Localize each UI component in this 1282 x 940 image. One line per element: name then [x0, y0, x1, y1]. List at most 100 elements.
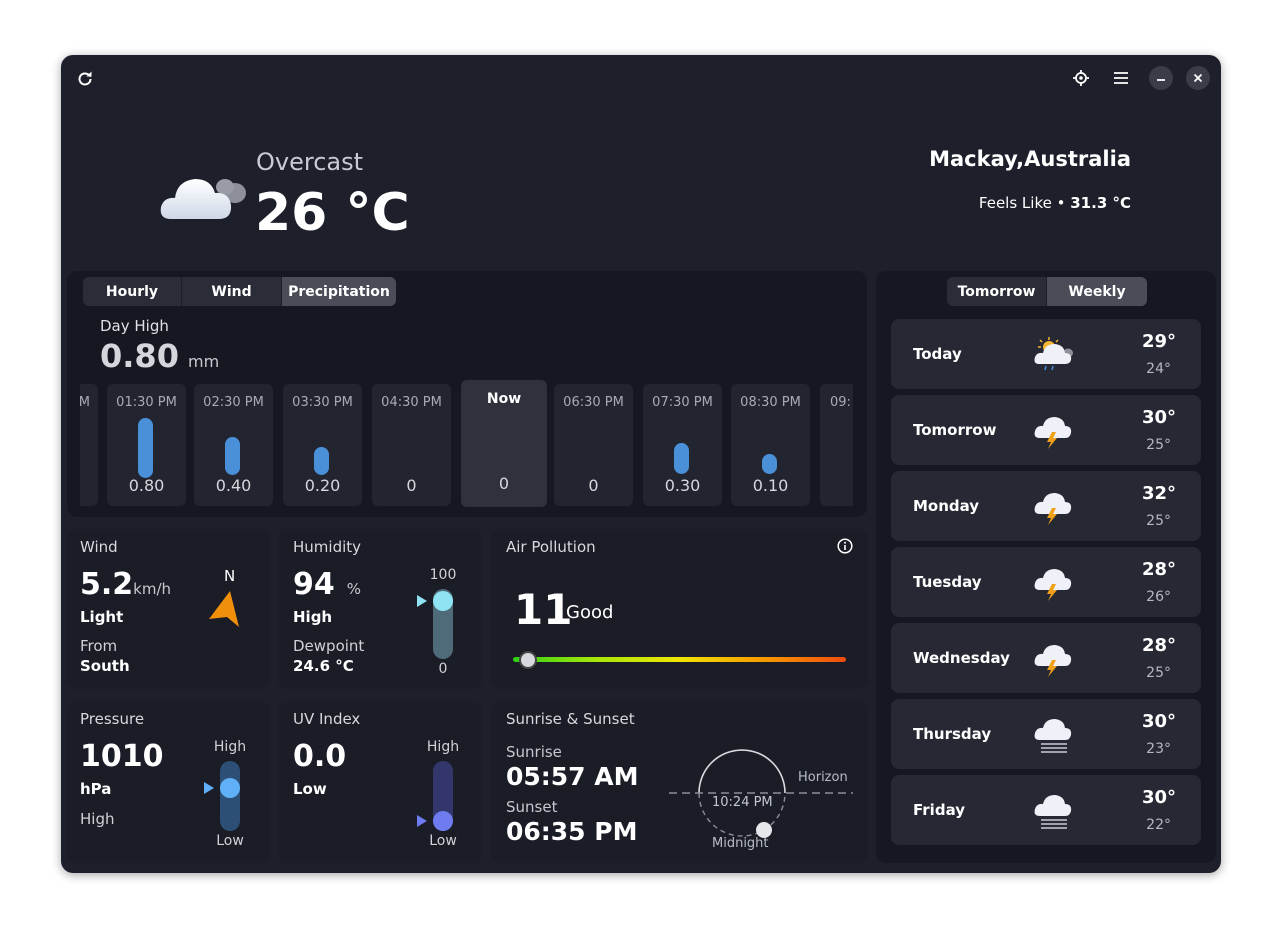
tab-hourly[interactable]: Hourly [83, 277, 182, 306]
sunrise-label: Sunrise [506, 743, 562, 761]
thunderstorm-icon [1034, 417, 1072, 449]
precip-bar [138, 418, 153, 478]
partly-cloudy-rain-icon [1034, 337, 1073, 371]
day-high-unit: mm [188, 352, 220, 371]
day-low: 25° [1146, 437, 1171, 453]
hour-value: 0 [406, 476, 417, 495]
tab-wind[interactable]: Wind [182, 277, 282, 306]
compass-north-label: N [224, 567, 236, 585]
day-name: Friday [913, 801, 966, 819]
pressure-value: 1010 [80, 739, 164, 774]
hour-time: 03:30 PM [292, 395, 353, 410]
sunrise-time: 05:57 AM [506, 762, 639, 791]
tab-tomorrow[interactable]: Tomorrow [947, 277, 1047, 306]
hour-card: 01:30 PM 0.80 [107, 384, 186, 506]
pointer-icon [417, 595, 427, 607]
hamburger-icon[interactable] [1109, 66, 1133, 90]
pressure-scale-low: Low [216, 833, 244, 849]
hour-value: 0.80 [128, 476, 165, 495]
humidity-unit: % [346, 580, 362, 598]
overcast-cloud-icon [160, 179, 246, 219]
day-high: 30° [1141, 787, 1176, 808]
day-low: 25° [1146, 665, 1171, 681]
hour-time: 08:30 PM [740, 395, 801, 410]
uv-gauge [433, 761, 453, 831]
hour-card-now: Now 0 [461, 380, 547, 507]
thunderstorm-icon [1034, 493, 1072, 525]
day-row[interactable]: Thursday 30° 23° [891, 699, 1201, 769]
hour-card-partial: 09: [820, 384, 853, 506]
wind-title: Wind [80, 538, 118, 556]
hour-value: 0.40 [215, 476, 252, 495]
pressure-title: Pressure [80, 710, 145, 728]
tab-weekly[interactable]: Weekly [1047, 277, 1147, 306]
humidity-title: Humidity [293, 538, 362, 556]
wind-desc: Light [80, 608, 124, 626]
hour-time: 09: [830, 395, 851, 410]
pressure-scale-high: High [213, 739, 247, 755]
precip-bar [674, 443, 689, 474]
air-pollution-card: Air Pollution 11 Good [491, 529, 868, 689]
wind-speed-value: 5.2 [80, 567, 134, 602]
day-low: 26° [1146, 589, 1171, 605]
pressure-knob [220, 778, 240, 798]
pointer-icon [417, 815, 427, 827]
refresh-icon[interactable] [73, 67, 97, 91]
uv-scale-high: High [426, 739, 460, 755]
tab-precipitation[interactable]: Precipitation [282, 277, 396, 306]
horizon-label: Horizon [798, 770, 848, 785]
hour-time: 07:30 PM [652, 395, 713, 410]
hour-time: M [80, 395, 90, 410]
wind-from-value: South [80, 657, 130, 675]
day-name: Tomorrow [913, 421, 997, 439]
air-quality-scale [513, 657, 846, 662]
hour-time: 04:30 PM [381, 395, 442, 410]
midnight-label: Midnight [712, 836, 769, 851]
day-high: 30° [1141, 711, 1176, 732]
day-row[interactable]: Friday 30° 22° [891, 775, 1201, 845]
humidity-scale-min: 0 [438, 661, 448, 677]
uv-title: UV Index [293, 710, 361, 728]
day-low: 25° [1146, 513, 1171, 529]
day-row[interactable]: Monday 32° 25° [891, 471, 1201, 541]
day-low: 23° [1146, 741, 1171, 757]
humidity-value: 94% [293, 567, 361, 602]
wind-direction-arrow-icon [209, 591, 239, 627]
minimize-icon [1157, 79, 1165, 81]
day-name: Thursday [913, 725, 992, 743]
day-low: 22° [1146, 817, 1171, 833]
hour-time: 02:30 PM [203, 395, 264, 410]
uv-card: UV Index 0.0 Low High Low [278, 701, 482, 863]
day-row[interactable]: Wednesday 28° 25° [891, 623, 1201, 693]
hour-time: 01:30 PM [116, 395, 177, 410]
day-name: Today [913, 345, 962, 363]
day-name: Tuesday [913, 573, 982, 591]
close-button[interactable] [1186, 66, 1210, 90]
uv-value: 0.0 [293, 739, 347, 774]
hour-time: Now [486, 391, 522, 407]
day-row[interactable]: Tomorrow 30° 25° [891, 395, 1201, 465]
forecast-tabs: Hourly Wind Precipitation [83, 277, 396, 306]
hour-value: 0 [498, 474, 510, 493]
sun-path-diagram [669, 749, 853, 838]
humidity-card: Humidity 94% High Dewpoint 24.6 °C 100 0 [278, 529, 482, 689]
info-icon[interactable] [837, 538, 853, 554]
day-high: 29° [1141, 331, 1176, 352]
hour-card: 02:30 PM 0.40 [194, 384, 273, 506]
humidity-number: 94 [293, 567, 335, 602]
sunset-label: Sunset [506, 798, 558, 816]
hour-value: 0 [588, 476, 599, 495]
hour-card-partial: M [80, 384, 98, 506]
thunderstorm-icon [1034, 569, 1072, 601]
sun-card: Sunrise & Sunset Sunrise 05:57 AM Sunset… [491, 701, 868, 863]
hour-card: 08:30 PM 0.10 [731, 384, 810, 506]
minimize-button[interactable] [1149, 66, 1173, 90]
day-row[interactable]: Today 29° 24° [891, 319, 1201, 389]
pointer-icon [204, 782, 214, 794]
day-row[interactable]: Tuesday 28° 26° [891, 547, 1201, 617]
fog-cloud-icon [1034, 795, 1072, 829]
crosshair-icon[interactable] [1069, 66, 1093, 90]
dewpoint-label: Dewpoint [293, 637, 365, 655]
feels-like: Feels Like • 31.3 °C [979, 194, 1131, 212]
wind-card: Wind 5.2km/h Light From South N [67, 529, 270, 689]
